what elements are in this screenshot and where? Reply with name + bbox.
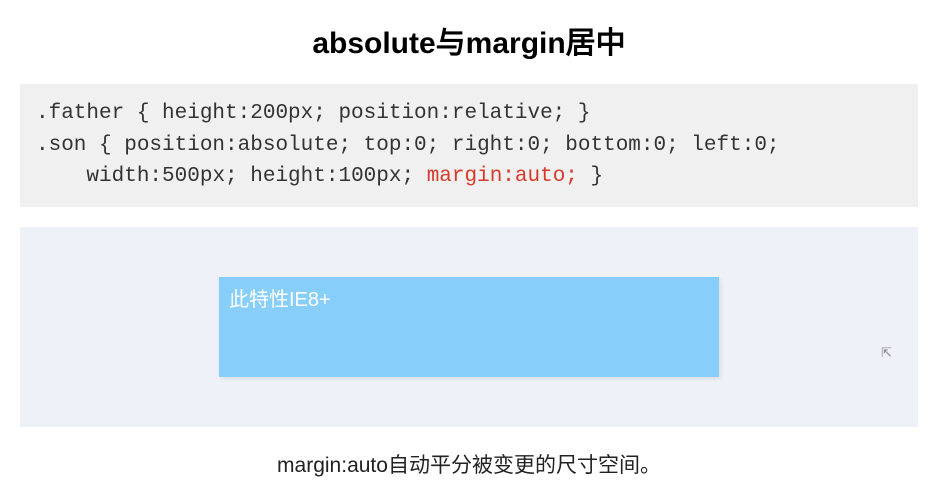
code-line-2-post: } xyxy=(578,165,603,188)
demo-father-box: 此特性IE8+ ⇱ xyxy=(20,227,918,427)
code-block: .father { height:200px; position:relativ… xyxy=(20,84,918,207)
caption-text: margin:auto自动平分被变更的尺寸空间。 xyxy=(0,427,938,479)
cursor-icon: ⇱ xyxy=(881,345,892,361)
demo-son-box: 此特性IE8+ xyxy=(219,277,719,377)
code-line-1: .father { height:200px; position:relativ… xyxy=(36,102,591,125)
code-line-2-pre: .son { position:absolute; top:0; right:0… xyxy=(36,134,780,189)
code-highlight-margin: margin:auto; xyxy=(427,165,578,188)
page-title: absolute与margin居中 xyxy=(0,0,938,84)
demo-son-text: 此特性IE8+ xyxy=(229,289,331,311)
